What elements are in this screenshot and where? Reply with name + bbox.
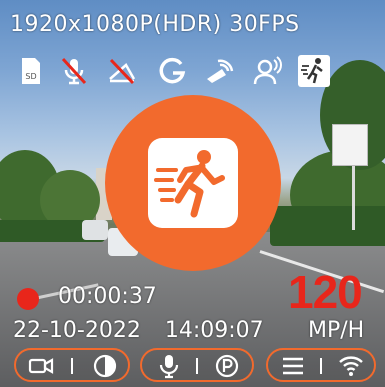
audio-parking-controls-group	[140, 348, 254, 382]
sd-card-icon: SD	[14, 55, 46, 87]
date-time: 22-10-2022 14:09:07	[13, 318, 264, 343]
wifi-icon[interactable]	[338, 353, 364, 379]
record-controls-group	[14, 348, 130, 382]
time: 14:09:07	[164, 318, 264, 343]
menu-wifi-controls-group	[266, 348, 376, 382]
video-camera-icon[interactable]	[28, 353, 54, 379]
separator	[320, 358, 322, 374]
g-sensor-icon	[156, 55, 188, 87]
recording-time: 00:00:37	[58, 284, 157, 309]
separator	[196, 358, 198, 374]
speed-value: 120	[288, 266, 363, 318]
mic-muted-icon	[58, 55, 90, 87]
motion-detection-icon	[298, 55, 330, 87]
menu-icon[interactable]	[280, 353, 306, 379]
contrast-icon[interactable]	[92, 353, 118, 379]
car	[82, 220, 108, 240]
recording-indicator	[17, 288, 39, 310]
sign-pole	[352, 160, 355, 230]
parking-off-icon	[106, 55, 138, 87]
motion-detection-icon	[148, 138, 238, 228]
speed-unit: MP/H	[308, 318, 365, 343]
voice-control-icon	[252, 55, 284, 87]
date: 22-10-2022	[13, 318, 141, 343]
parking-icon[interactable]	[214, 353, 240, 379]
separator	[71, 358, 73, 374]
resolution-label: 1920x1080P(HDR) 30FPS	[10, 12, 300, 37]
speed-camera-icon	[204, 55, 236, 87]
dashcam-screen: 1920x1080P(HDR) 30FPS SD 00:00:37 120 22…	[0, 0, 385, 387]
road-sign	[332, 124, 368, 166]
hedge	[270, 206, 385, 246]
svg-text:SD: SD	[25, 72, 36, 81]
microphone-icon[interactable]	[156, 353, 182, 379]
